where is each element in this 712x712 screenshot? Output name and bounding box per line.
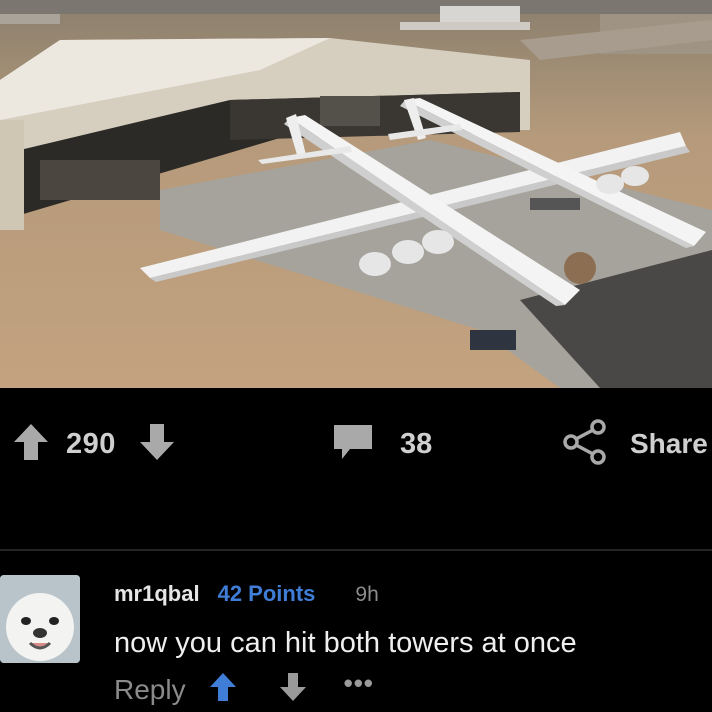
aircraft-photo <box>0 0 712 388</box>
comment-points: 42 Points <box>217 581 316 606</box>
vote-group: 290 <box>12 420 176 468</box>
speech-bubble-icon <box>330 421 376 468</box>
comment-body: now you can hit both towers at once <box>114 627 577 659</box>
comment-header: mr1qbal 42 Points 9h <box>114 581 379 607</box>
share-icon <box>562 418 608 470</box>
post-image[interactable] <box>0 0 712 388</box>
comment-timestamp: 9h <box>355 583 379 606</box>
arrow-down-icon[interactable] <box>278 671 308 708</box>
reply-button[interactable]: Reply <box>114 674 186 706</box>
arrow-down-icon[interactable] <box>138 422 176 467</box>
more-dots-icon[interactable]: ••• <box>344 668 374 699</box>
arrow-up-icon[interactable] <box>12 422 50 467</box>
comment-username[interactable]: mr1qbal <box>114 581 200 607</box>
upvote-count: 290 <box>66 427 116 460</box>
comment-count: 38 <box>400 427 433 460</box>
share-label: Share <box>630 428 708 459</box>
comment-actions: Reply ••• <box>114 668 374 708</box>
arrow-up-icon[interactable] <box>208 671 238 708</box>
comment: mr1qbal 42 Points 9h now you can hit bot… <box>0 551 712 712</box>
seal-avatar-image <box>0 575 80 663</box>
comments-button[interactable]: 38 <box>330 420 432 468</box>
post-action-bar: 290 38 Share <box>0 388 712 548</box>
share-button[interactable]: Share <box>562 418 708 470</box>
avatar[interactable] <box>0 575 80 663</box>
